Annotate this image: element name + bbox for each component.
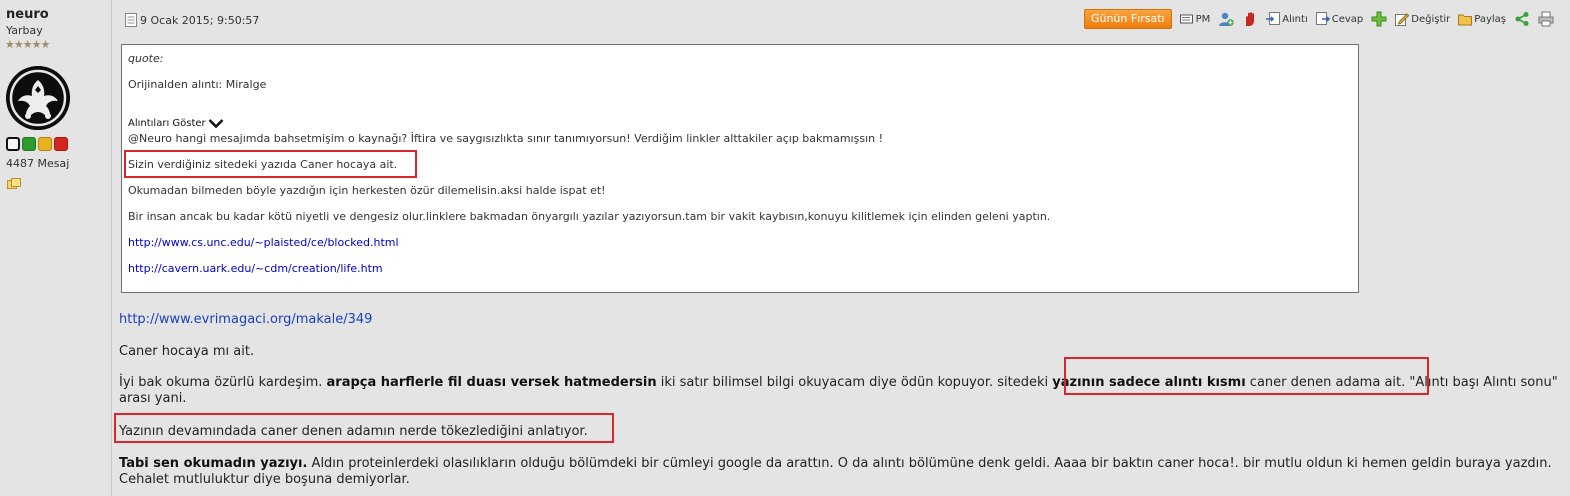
reply-icon: [1315, 12, 1330, 25]
body-link[interactable]: http://www.evrimagaci.org/makale/349: [119, 312, 372, 328]
user-rank: Yarbay: [6, 24, 43, 37]
quote-line-3: Okumadan bilmeden böyle yazdığın için he…: [128, 184, 606, 197]
post-date-text: 9 Ocak 2015; 9:50:57: [140, 13, 260, 27]
body-paragraph-4: Tabi sen okumadın yazıyı. Aldın proteinl…: [119, 456, 1552, 487]
deal-of-day-button[interactable]: Günün Fırsatı: [1083, 9, 1172, 29]
pm-button[interactable]: PM: [1179, 13, 1210, 25]
quote-link-2[interactable]: http://cavern.uark.edu/~cdm/creation/lif…: [128, 262, 383, 275]
status-green: [22, 137, 36, 151]
quote-line-4: Bir insan ancak bu kadar kötü niyetli ve…: [128, 210, 1051, 223]
body-paragraph-2: İyi bak okuma özürlü kardeşim. arapça ha…: [119, 375, 1558, 406]
quote-icon: [1266, 12, 1281, 25]
status-indicators: [6, 137, 68, 151]
report-hand-icon[interactable]: [1242, 11, 1258, 27]
quote-block: quote: Orijinalden alıntı: Miralge Alınt…: [121, 44, 1359, 293]
quote-line-2: Sizin verdiğiniz sitedeki yazıda Caner h…: [128, 158, 398, 171]
quote-origin: Orijinalden alıntı: Miralge: [128, 78, 267, 91]
quote-button[interactable]: Alıntı: [1266, 12, 1308, 26]
show-quotes-toggle[interactable]: Alıntıları Göster: [128, 118, 224, 129]
avatar[interactable]: [6, 66, 70, 130]
add-plus-icon[interactable]: [1371, 11, 1387, 27]
post-date: 9 Ocak 2015; 9:50:57: [125, 13, 259, 27]
status-white: [6, 137, 20, 151]
share-button[interactable]: Paylaş: [1458, 12, 1506, 26]
status-yellow: [38, 137, 52, 151]
user-badge-icon[interactable]: [7, 178, 21, 190]
status-red: [54, 137, 68, 151]
print-icon[interactable]: [1538, 11, 1554, 27]
post-header: 9 Ocak 2015; 9:50:57 Günün Fırsatı PM Al…: [113, 4, 1570, 32]
body-paragraph-1: Caner hocaya mı ait.: [119, 344, 255, 359]
quote-line-1: @Neuro hangi mesajımda bahsetmişim o kay…: [128, 132, 884, 145]
share-folder-icon: [1458, 14, 1473, 26]
username[interactable]: neuro: [6, 7, 49, 22]
forum-post-page: neuro Yarbay ★★★★★ 4487 Mesaj 9 Ocak 201…: [0, 0, 1570, 496]
share-network-icon[interactable]: [1514, 11, 1530, 27]
edit-button[interactable]: Değiştir: [1395, 12, 1450, 26]
quote-link-1[interactable]: http://www.cs.unc.edu/~plaisted/ce/block…: [128, 236, 399, 249]
post-content: 9 Ocak 2015; 9:50:57 Günün Fırsatı PM Al…: [113, 0, 1570, 496]
chevron-down-icon: [208, 119, 224, 129]
pm-icon: [1179, 14, 1193, 24]
post-count: 4487 Mesaj: [6, 157, 70, 170]
quote-label: quote:: [128, 52, 164, 65]
post-actions: Günün Fırsatı PM Alıntı Cevap Değiştir P…: [1083, 9, 1554, 29]
document-icon: [125, 13, 137, 27]
reply-button[interactable]: Cevap: [1315, 12, 1363, 26]
user-info-column: neuro Yarbay ★★★★★ 4487 Mesaj: [0, 0, 112, 496]
rank-stars: ★★★★★: [5, 38, 50, 51]
raven-emblem-icon: [6, 66, 70, 130]
add-friend-icon[interactable]: [1218, 11, 1234, 27]
edit-pencil-icon: [1395, 13, 1410, 26]
body-paragraph-3: Yazının devamındada caner denen adamın n…: [119, 424, 588, 439]
